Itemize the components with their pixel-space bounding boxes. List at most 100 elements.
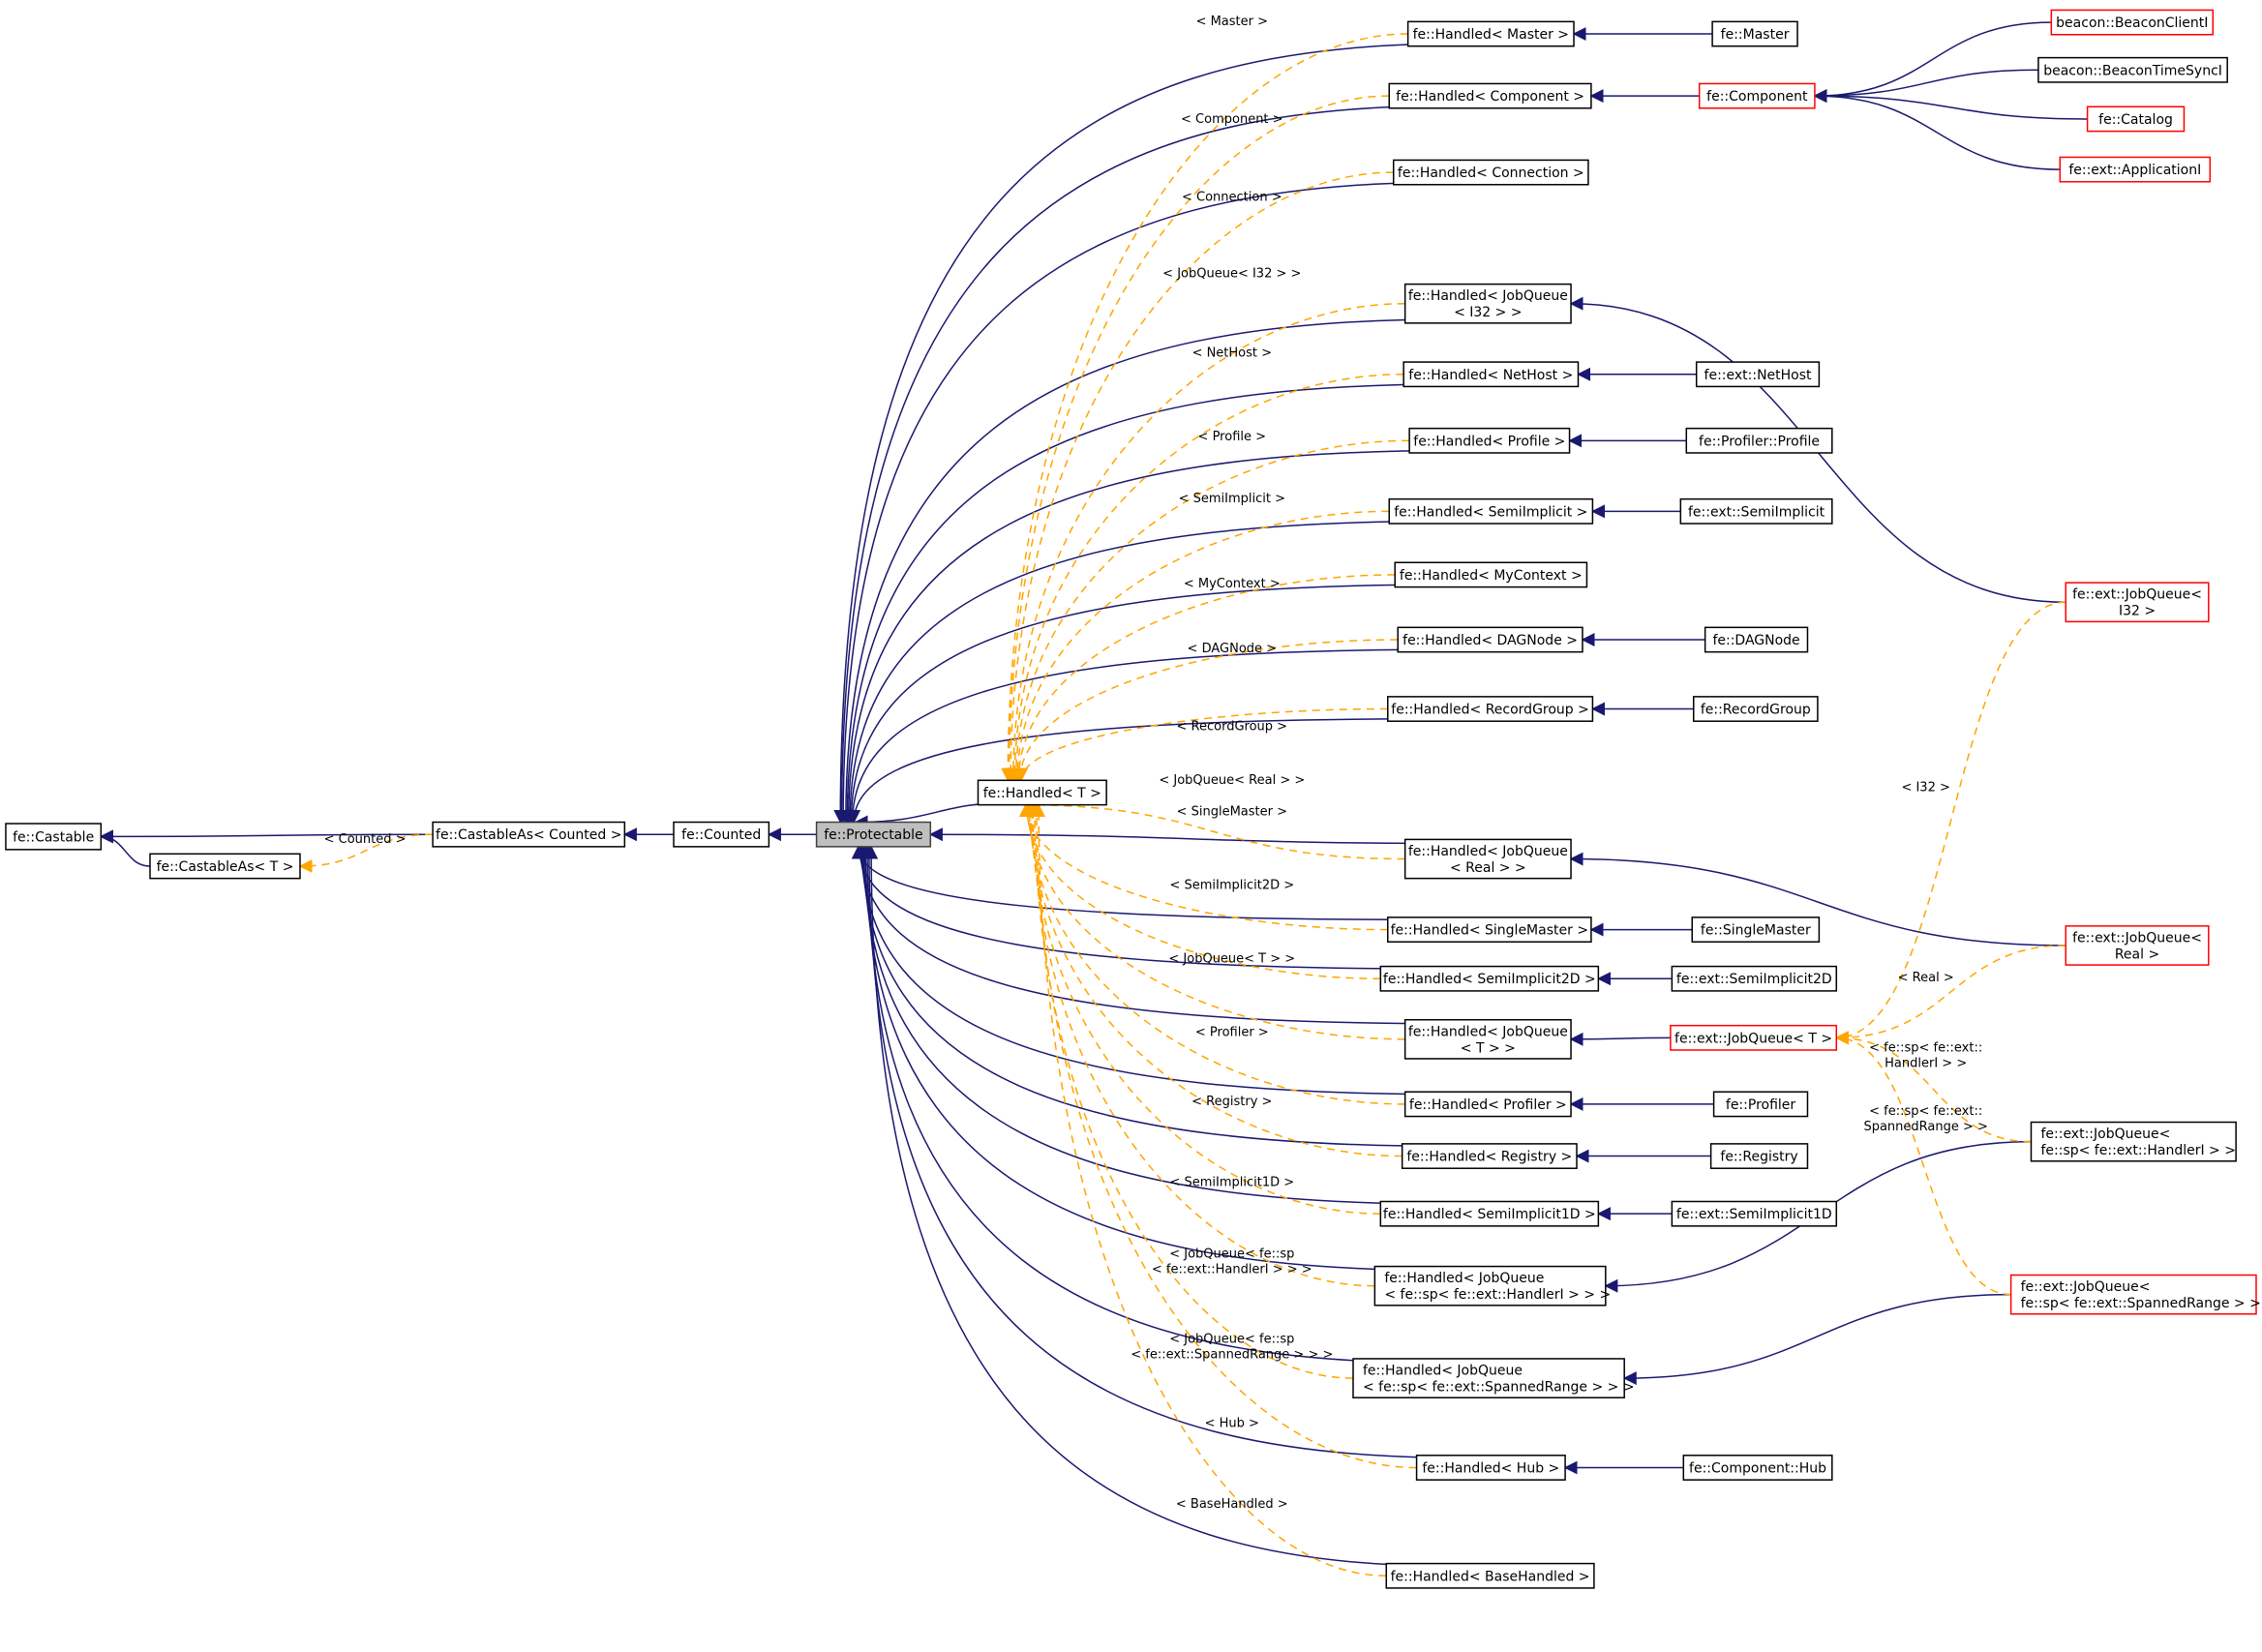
- class-name: fe::Handled< DAGNode >: [1402, 633, 1578, 648]
- inheritance-edge: [1622, 1293, 2011, 1386]
- class-node-singlemaster[interactable]: fe::SingleMaster: [1691, 916, 1821, 943]
- inheritance-edge: [841, 449, 1458, 824]
- class-node-castableas-counted[interactable]: fe::CastableAs< Counted >: [432, 821, 626, 848]
- edge-label: < Profile >: [1198, 430, 1266, 444]
- class-node-h-basehandled[interactable]: fe::Handled< BaseHandled >: [1385, 1562, 1595, 1589]
- edge-label: < JobQueue< fe::sp: [1169, 1333, 1294, 1347]
- class-name: fe::RecordGroup: [1701, 703, 1811, 718]
- class-name: fe::ext::SemiImplicit1D: [1676, 1207, 1832, 1222]
- class-name: fe::ext::JobQueue<: [2072, 587, 2202, 603]
- class-node-h-jq-handler[interactable]: fe::Handled< JobQueue< fe::sp< fe::ext::…: [1373, 1265, 1611, 1307]
- edge-label: < MyContext >: [1184, 577, 1281, 591]
- class-node-h-jq-i32[interactable]: fe::Handled< JobQueue< I32 > >: [1403, 283, 1572, 324]
- class-name: fe::CastableAs< Counted >: [436, 827, 621, 843]
- class-node-profiler[interactable]: fe::Profiler: [1712, 1091, 1809, 1118]
- class-node-h-profile[interactable]: fe::Handled< Profile >: [1408, 427, 1571, 454]
- class-node-h-registry[interactable]: fe::Handled< Registry >: [1401, 1143, 1578, 1169]
- class-node-h-semiimplicit1d[interactable]: fe::Handled< SemiImplicit1D >: [1379, 1200, 1600, 1227]
- class-node-h-singlemaster[interactable]: fe::Handled< SingleMaster >: [1387, 916, 1592, 943]
- class-node-ext-semiimplicit2d[interactable]: fe::ext::SemiImplicit2D: [1671, 965, 1838, 992]
- edge-label: < Real >: [1898, 971, 1954, 985]
- class-name: fe::ext::JobQueue< T >: [1674, 1031, 1832, 1046]
- class-node-recordgroup[interactable]: fe::RecordGroup: [1692, 696, 1819, 722]
- class-name: fe::Handled< Registry >: [1406, 1150, 1572, 1165]
- class-name: fe::Handled< JobQueue: [1408, 844, 1568, 859]
- class-node-h-jq-spanned[interactable]: fe::Handled< JobQueue< fe::sp< fe::ext::…: [1352, 1358, 1635, 1398]
- class-node-h-recordgroup[interactable]: fe::Handled< RecordGroup >: [1387, 696, 1594, 722]
- class-name: fe::Handled< Master >: [1413, 27, 1569, 43]
- class-node-ext-semiimplicit[interactable]: fe::ext::SemiImplicit: [1679, 497, 1833, 525]
- edge-label: < JobQueue< fe::sp: [1169, 1247, 1294, 1262]
- class-node-h-hub[interactable]: fe::Handled< Hub >: [1415, 1455, 1566, 1481]
- edge-label: < fe::ext::SpannedRange > > >: [1131, 1348, 1333, 1363]
- edge-label: < Profiler >: [1195, 1026, 1269, 1040]
- class-name: beacon::BeaconClientI: [2056, 15, 2208, 31]
- inheritance-edge: [1813, 69, 2038, 104]
- class-name: fe::DAGNode: [1712, 633, 1799, 648]
- class-name: fe::Handled< Profiler >: [1409, 1097, 1567, 1113]
- class-name: fe::Handled< SemiImplicit1D >: [1383, 1207, 1596, 1222]
- edge-label: < Hub >: [1205, 1417, 1259, 1431]
- class-name: fe::sp< fe::ext::HandlerI > >: [2040, 1143, 2236, 1158]
- class-name: fe::Component::Hub: [1689, 1460, 1826, 1476]
- class-node-ext-jq-handler[interactable]: fe::ext::JobQueue< fe::sp< fe::ext::Hand…: [2030, 1121, 2237, 1162]
- class-node-h-dagnode[interactable]: fe::Handled< DAGNode >: [1397, 626, 1583, 653]
- class-name: fe::Counted: [681, 827, 761, 843]
- inheritance-edge: [838, 318, 1456, 824]
- class-node-castable[interactable]: fe::Castable: [5, 823, 103, 851]
- class-name: fe::Handled< Hub >: [1422, 1460, 1559, 1476]
- class-name: fe::Handled< JobQueue: [1363, 1364, 1523, 1379]
- inheritance-edge: [860, 845, 1435, 1364]
- class-node-h-semiimplicit[interactable]: fe::Handled< SemiImplicit >: [1388, 497, 1594, 525]
- class-node-ext-jq-t[interactable]: fe::ext::JobQueue< T >: [1670, 1024, 1838, 1051]
- class-node-h-mycontext[interactable]: fe::Handled< MyContext >: [1394, 561, 1588, 588]
- class-node-ext-jq-real[interactable]: fe::ext::JobQueue<Real >: [2065, 925, 2210, 966]
- inheritance-edge: [833, 43, 1459, 824]
- class-node-ext-semiimplicit1d[interactable]: fe::ext::SemiImplicit1D: [1671, 1200, 1838, 1227]
- edge-label: < JobQueue< I32 > >: [1162, 267, 1301, 282]
- class-node-catalog[interactable]: fe::Catalog: [2086, 105, 2186, 133]
- class-name: fe::Castable: [13, 829, 94, 845]
- class-node-h-master[interactable]: fe::Handled< Master >: [1406, 20, 1575, 47]
- class-node-h-semiimplicit2d[interactable]: fe::Handled< SemiImplicit2D >: [1379, 965, 1600, 992]
- class-node-component[interactable]: fe::Component: [1698, 82, 1816, 109]
- inheritance-edge: [854, 845, 1456, 1025]
- edge-label: < Master >: [1196, 15, 1268, 29]
- class-node-castableas-t[interactable]: fe::CastableAs< T >: [149, 853, 301, 880]
- class-name: fe::Catalog: [2098, 112, 2173, 128]
- class-node-h-connection[interactable]: fe::Handled< Connection >: [1392, 159, 1589, 186]
- class-node-registry[interactable]: fe::Registry: [1709, 1143, 1809, 1169]
- class-node-beacon-client[interactable]: beacon::BeaconClientI: [2050, 9, 2215, 36]
- class-node-ext-jq-i32[interactable]: fe::ext::JobQueue<I32 >: [2065, 582, 2210, 623]
- class-node-h-profiler[interactable]: fe::Handled< Profiler >: [1403, 1091, 1572, 1118]
- edge-label: < Counted >: [324, 832, 407, 847]
- class-name: fe::ext::SemiImplicit: [1688, 504, 1825, 520]
- class-node-counted[interactable]: fe::Counted: [673, 821, 770, 848]
- class-name: fe::Handled< T >: [983, 786, 1101, 801]
- class-node-handled-t[interactable]: fe::Handled< T >: [977, 779, 1107, 806]
- template-instantiation-edge: [1026, 803, 1375, 1287]
- class-name: < T > >: [1461, 1040, 1516, 1056]
- class-node-applicationi[interactable]: fe::ext::ApplicationI: [2059, 156, 2212, 183]
- class-node-h-component[interactable]: fe::Handled< Component >: [1388, 82, 1592, 109]
- class-name: fe::Handled< JobQueue: [1408, 288, 1568, 304]
- class-name: fe::ext::JobQueue<: [2072, 930, 2202, 946]
- class-node-h-jq-real[interactable]: fe::Handled< JobQueue< Real > >: [1403, 838, 1572, 880]
- class-node-profiler-profile[interactable]: fe::Profiler::Profile: [1685, 427, 1833, 454]
- class-node-ext-jq-spanned[interactable]: fe::ext::JobQueue< fe::sp< fe::ext::Span…: [2009, 1274, 2261, 1315]
- class-node-component-hub[interactable]: fe::Component::Hub: [1682, 1455, 1833, 1481]
- class-name: fe::ext::SemiImplicit2D: [1676, 972, 1832, 987]
- inheritance-edge: [856, 845, 1455, 1148]
- class-node-h-jq-t[interactable]: fe::Handled< JobQueue< T > >: [1403, 1018, 1572, 1060]
- class-node-beacon-timesync[interactable]: beacon::BeaconTimeSyncI: [2037, 56, 2228, 83]
- edge-label: < fe::sp< fe::ext::: [1869, 1040, 1982, 1055]
- class-name: fe::Handled< Connection >: [1398, 165, 1584, 181]
- class-name: fe::ext::NetHost: [1704, 368, 1813, 383]
- class-node-dagnode[interactable]: fe::DAGNode: [1704, 626, 1809, 653]
- class-node-protectable[interactable]: fe::Protectable: [815, 821, 932, 848]
- inheritance-graph: < Counted > < Master > < Component > < Conn…: [5, 9, 2261, 1589]
- edge-label: < BaseHandled >: [1176, 1497, 1288, 1512]
- class-node-ext-nethost[interactable]: fe::ext::NetHost: [1695, 361, 1821, 388]
- class-node-h-nethost[interactable]: fe::Handled< NetHost >: [1402, 361, 1580, 388]
- class-node-master[interactable]: fe::Master: [1711, 20, 1798, 47]
